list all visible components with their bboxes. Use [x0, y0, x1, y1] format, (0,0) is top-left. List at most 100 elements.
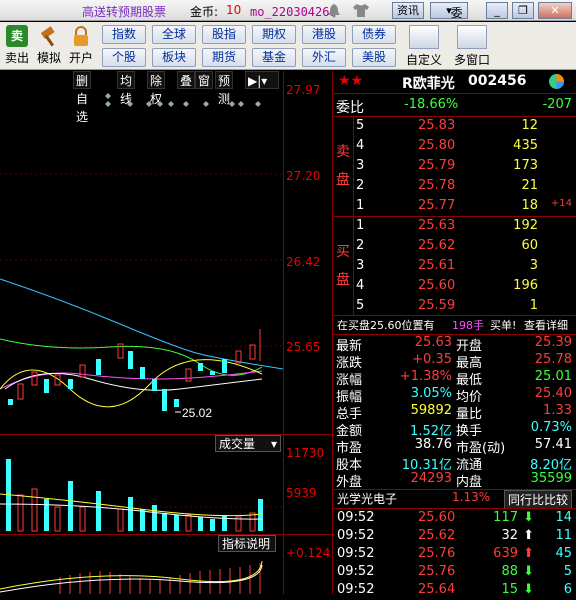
color-wheel-icon[interactable] [548, 73, 565, 90]
level: 3 [356, 158, 365, 173]
sector-row: 光学光电子 1.13% 同行比比较 [334, 490, 576, 509]
order-button[interactable]: 委托 ▾ [430, 2, 468, 35]
price: 25.83 [418, 118, 456, 133]
grid-btn-index[interactable]: 指数 [102, 25, 146, 44]
volume-bars [0, 459, 263, 532]
restore-button[interactable]: ❐ [512, 2, 534, 19]
grid-btn-hk[interactable]: 港股 [302, 25, 346, 44]
weibi-pct: -18.66% [404, 97, 459, 112]
tab-overlay[interactable]: 叠 [177, 71, 196, 89]
edit-icon [409, 25, 439, 49]
tab-exright[interactable]: 除权 [147, 71, 166, 106]
sector-pct: 1.13% [452, 490, 491, 504]
open-account-label: 开户 [68, 51, 93, 65]
level: 4 [356, 138, 365, 153]
grid-btn-stocks[interactable]: 个股 [102, 48, 146, 67]
price: 25.59 [418, 298, 456, 313]
weibi-diff: -207 [542, 97, 572, 112]
volume: 3 [529, 258, 538, 273]
level: 3 [356, 258, 365, 273]
tick-volume: 15 [501, 582, 518, 597]
low-price-label: 25.02 [182, 406, 212, 420]
tick-count: 45 [555, 546, 572, 561]
price: 25.77 [418, 198, 456, 213]
grid-btn-funds[interactable]: 基金 [252, 48, 296, 67]
sector-name[interactable]: 光学光电子 [337, 490, 397, 507]
tick-volume: 639 [493, 546, 518, 561]
tick-time: 09:52 [337, 528, 375, 543]
volume: 12 [521, 118, 538, 133]
tick-time: 09:52 [337, 582, 375, 597]
sector-compare-button[interactable]: 同行比比较 [503, 490, 572, 509]
star-icon: ★★ [338, 73, 364, 89]
shirt-icon[interactable] [352, 3, 370, 18]
volume-axis-label-1: 11730 [286, 446, 325, 460]
notice-detail-link[interactable]: 查看详细 [524, 317, 568, 333]
tick-volume: 32 [501, 528, 518, 543]
tab-forecast[interactable]: 预测 [215, 71, 234, 106]
sell-button[interactable]: 卖 卖出 [2, 25, 32, 69]
tick-count: 6 [563, 582, 572, 597]
tick-price: 25.60 [418, 510, 456, 525]
event-markers [105, 93, 261, 107]
close-button[interactable]: ✕ [538, 2, 572, 19]
tab-ma[interactable]: 均线 [117, 71, 136, 106]
grid-btn-stock-index[interactable]: 股指 [202, 25, 246, 44]
weibi-row: 委比 -18.66% -207 [334, 97, 576, 116]
indicator-help-button[interactable]: 指标说明 [218, 535, 276, 552]
tab-window[interactable]: 窗 [195, 71, 214, 89]
arrow-down-icon: ⬇ [523, 564, 534, 579]
change: +14 [550, 198, 572, 209]
level: 2 [356, 178, 365, 193]
quote-value: +0.35 [412, 352, 452, 367]
buy-row: 2 25.62 60 [334, 238, 576, 256]
lock-icon [70, 25, 92, 47]
quote-value: 38.76 [414, 437, 452, 452]
volume: 173 [513, 158, 538, 173]
news-button[interactable]: 资讯 [392, 2, 424, 19]
multi-window-label: 多窗口 [453, 53, 490, 67]
divider [334, 508, 576, 509]
tick-row: 09:52 25.76 639 ⬆ 45 [334, 546, 576, 564]
minimize-button[interactable]: _ [486, 2, 508, 19]
tick-volume: 88 [501, 564, 518, 579]
volume: 1 [529, 298, 538, 313]
price-axis [283, 71, 284, 594]
buy-row: 3 25.61 3 [334, 258, 576, 276]
tick-price: 25.64 [418, 582, 456, 597]
price: 25.79 [418, 158, 456, 173]
grid-btn-sectors[interactable]: 板块 [152, 48, 196, 67]
tab-remove-favorite[interactable]: 删自选 [73, 71, 92, 124]
tick-count: 5 [563, 564, 572, 579]
grid-btn-us[interactable]: 美股 [352, 48, 396, 67]
tab-more[interactable]: ▶|▾ [245, 71, 279, 89]
tick-price: 25.62 [418, 528, 456, 543]
tick-row: 09:52 25.60 117 ⬇ 14 [334, 510, 576, 528]
quote-value: 25.78 [534, 352, 572, 367]
tick-price: 25.76 [418, 564, 456, 579]
volume: 18 [521, 198, 538, 213]
level: 5 [356, 118, 365, 133]
window-icon [457, 25, 487, 49]
quote-value: 24293 [410, 471, 452, 486]
tick-time: 09:52 [337, 546, 375, 561]
volume: 435 [513, 138, 538, 153]
customize-button[interactable]: 自定义 [404, 25, 444, 68]
quote-value: 3.05% [410, 386, 452, 401]
grid-btn-global[interactable]: 全球 [152, 25, 196, 44]
level: 1 [356, 218, 365, 233]
divider [334, 315, 576, 316]
grid-btn-bonds[interactable]: 债券 [352, 25, 396, 44]
grid-btn-futures[interactable]: 期货 [202, 48, 246, 67]
grid-btn-options[interactable]: 期权 [252, 25, 296, 44]
sell-icon: 卖 [6, 25, 28, 47]
simulate-button[interactable]: 模拟 [34, 25, 64, 69]
volume: 60 [521, 238, 538, 253]
order-notice[interactable]: 在买盘25.60位置有 198手 买单! 查看详细 [334, 317, 576, 335]
multi-window-button[interactable]: 多窗口 [450, 25, 494, 68]
bell-icon[interactable] [326, 3, 342, 18]
grid-btn-forex[interactable]: 外汇 [302, 48, 346, 67]
volume-dropdown[interactable]: 成交量 ▾ [215, 435, 281, 452]
open-account-button[interactable]: 开户 [66, 25, 96, 69]
coin-label: 金币: [190, 5, 219, 19]
